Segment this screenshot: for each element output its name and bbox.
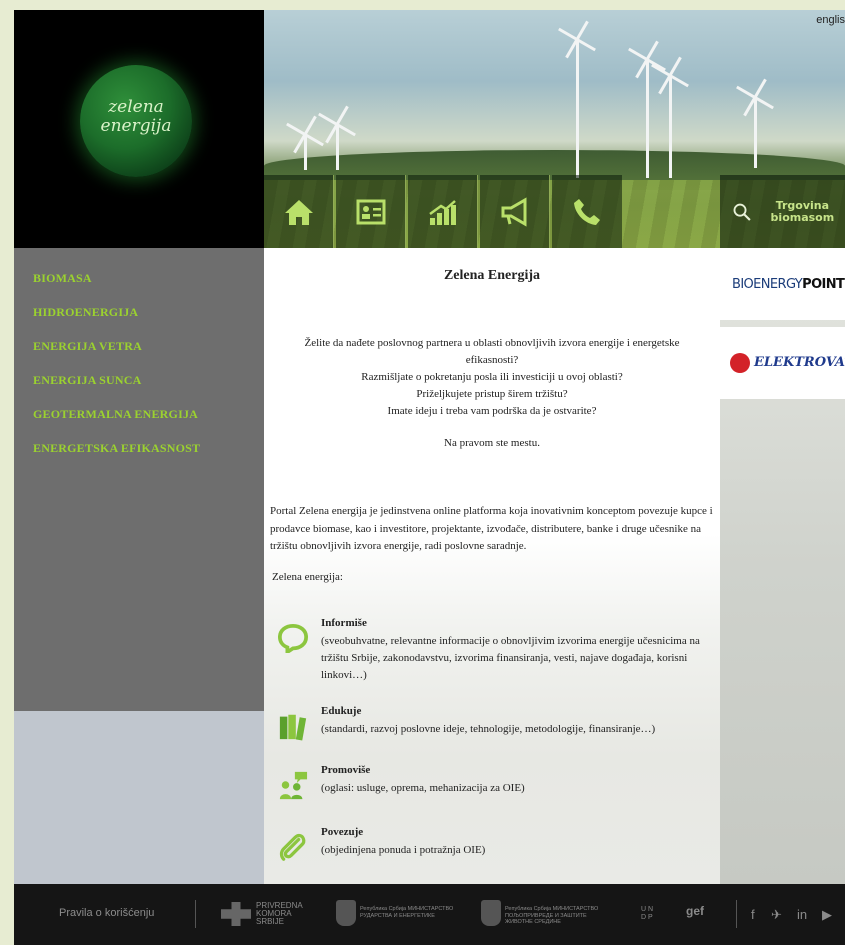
intro-question: Želite da nađete poslovnog partnera u ob… (304, 337, 680, 366)
sponsor-bioenergy-point[interactable]: BIOENERGYPOINT (720, 248, 845, 320)
wind-turbine (576, 40, 579, 178)
wind-turbine (754, 98, 757, 168)
pks-text: PRIVREDNA KOMORA SRBIJE (256, 901, 303, 926)
header-banner: englis Trgovina biomasom (264, 10, 845, 248)
right-place-text: Na pravom ste mestu. (444, 437, 540, 449)
people-chat-icon (279, 771, 308, 800)
footer: Pravila o korišćenju PRIVREDNA KOMORA SR… (14, 884, 845, 945)
biomass-trade-label: Trgovina biomasom (770, 198, 835, 224)
ministry-energy-text: Република Србија МИНИСТАРСТВО РУДАРСТВА … (360, 906, 454, 919)
sponsor-name-part: POINT (802, 277, 845, 292)
footer-divider (736, 900, 737, 928)
serbia-crest-icon[interactable] (481, 900, 501, 926)
youtube-icon[interactable]: ▶ (822, 907, 832, 923)
wind-turbine (336, 125, 339, 170)
megaphone-icon (501, 196, 526, 227)
facebook-icon[interactable]: f (751, 907, 755, 922)
wind-turbine (646, 60, 649, 178)
nav-statistics-button[interactable] (408, 175, 478, 248)
profile-card-icon (356, 199, 385, 224)
home-icon (284, 199, 313, 225)
sidebar-item-hidroenergija[interactable]: HIDROENERGIJA (14, 304, 264, 338)
sidebar-item-geotermalna[interactable]: GEOTERMALNA ENERGIJA (14, 406, 264, 440)
undp-logo[interactable]: U N D P (641, 906, 655, 922)
portal-description: Portal Zelena energija je jedinstvena on… (270, 505, 713, 552)
feature-description: (sveobuhvatne, relevantne informacije o … (321, 635, 700, 681)
page-title: Zelena Energija (443, 268, 541, 283)
search-icon (733, 203, 751, 221)
feature-title: Informiše (321, 617, 367, 629)
sponsor-elektrovat[interactable]: ELEKTROVAT (720, 327, 845, 399)
logo-area[interactable]: zelena energija (14, 10, 264, 248)
sidebar: BIOMASA HIDROENERGIJA ENERGIJA VETRA ENE… (14, 248, 264, 711)
feature-title: Promoviše (321, 764, 371, 776)
pks-logo[interactable] (221, 902, 251, 926)
gef-logo[interactable]: gef (686, 904, 704, 918)
feature-description: (objedinjena ponuda i potražnja OIE) (321, 844, 486, 856)
intro-question: Razmišljate o pokretanju posla ili inves… (361, 371, 623, 383)
sponsor-name-part: BIOENERGY (732, 277, 803, 292)
terms-of-use-link[interactable]: Pravila o korišćenju (59, 907, 154, 919)
nav-ads-button[interactable] (480, 175, 550, 248)
language-link[interactable]: englis (816, 14, 845, 26)
sidebar-item-energija-vetra[interactable]: ENERGIJA VETRA (14, 338, 264, 372)
feature-title: Povezuje (321, 826, 364, 838)
intro-question: Priželjkujete pristup širem tržištu? (416, 388, 568, 400)
elektrovat-logo-mark (730, 353, 750, 373)
nav-contact-button[interactable] (552, 175, 622, 248)
sidebar-item-efikasnost[interactable]: ENERGETSKA EFIKASNOST (14, 440, 264, 474)
nav-profile-button[interactable] (336, 175, 406, 248)
books-icon (279, 714, 307, 741)
sponsor-column: BIOENERGYPOINT ELEKTROVAT (720, 248, 845, 884)
page-frame: zelena energija englis Trgovina biomasom… (14, 10, 845, 945)
footer-divider (195, 900, 196, 928)
feature-title: Edukuje (321, 705, 362, 717)
main-content: Zelena Energija Želite da nađete poslovn… (264, 248, 720, 884)
serbia-crest-icon[interactable] (336, 900, 356, 926)
feature-description: (standardi, razvoj poslovne ideje, tehno… (321, 723, 656, 735)
ministry-environment-text: Република Србија МИНИСТАРСТВО ПОЉОПРИВРЕ… (505, 906, 599, 925)
feature-description: (oglasi: usluge, oprema, mehanizacija za… (321, 782, 525, 794)
speech-bubble-icon (278, 623, 308, 653)
intro-question: Imate ideju i treba vam podrška da je os… (387, 405, 597, 417)
wind-turbine (304, 135, 307, 170)
sidebar-lower-panel (14, 711, 264, 884)
intro-text: Želite da nađete poslovnog partnera u ob… (278, 335, 706, 420)
twitter-icon[interactable]: ✈ (771, 907, 782, 923)
biomass-trade-button[interactable]: Trgovina biomasom (720, 175, 845, 248)
wind-turbine (669, 76, 672, 178)
chart-growth-icon (428, 199, 456, 225)
paperclip-icon (279, 833, 306, 861)
nav-home-button[interactable] (264, 175, 334, 248)
features-label: Zelena energija: (272, 571, 343, 583)
logo-text: zelena energija (100, 97, 172, 136)
sponsor-logo-text: ELEKTROVAT (754, 355, 845, 370)
main-nav: Trgovina biomasom (264, 175, 845, 248)
sidebar-item-biomasa[interactable]: BIOMASA (14, 270, 264, 304)
linkedin-icon[interactable]: in (797, 907, 807, 922)
sidebar-item-energija-sunca[interactable]: ENERGIJA SUNCA (14, 372, 264, 406)
phone-icon (574, 198, 600, 225)
sponsor-logo-text: BIOENERGYPOINT (732, 277, 845, 292)
